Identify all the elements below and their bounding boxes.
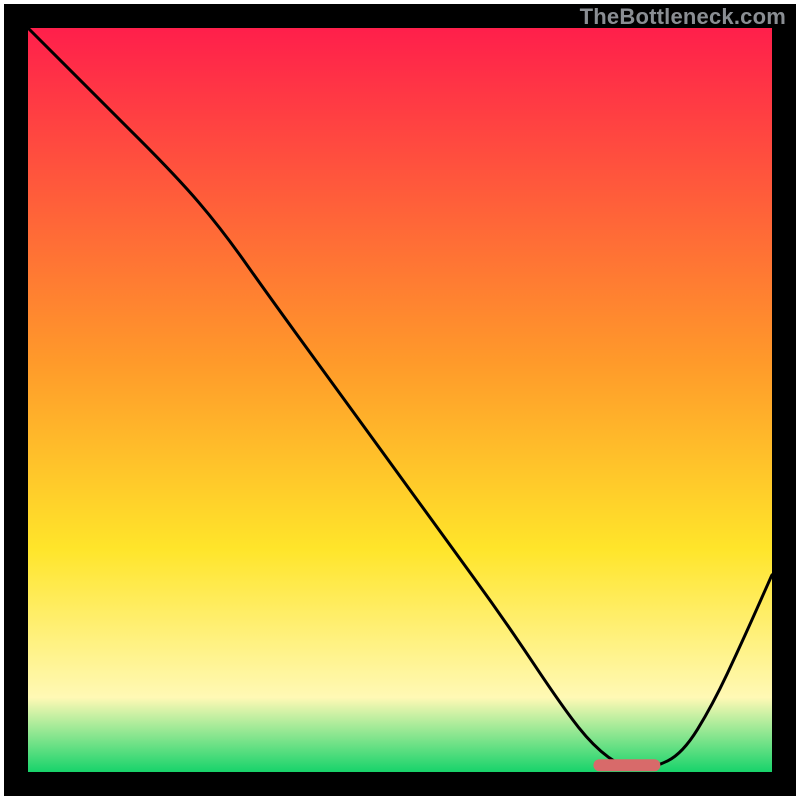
attribution-text: TheBottleneck.com <box>580 4 786 30</box>
optimal-marker <box>593 759 660 771</box>
bottleneck-chart <box>0 0 800 800</box>
plot-area <box>16 16 784 784</box>
